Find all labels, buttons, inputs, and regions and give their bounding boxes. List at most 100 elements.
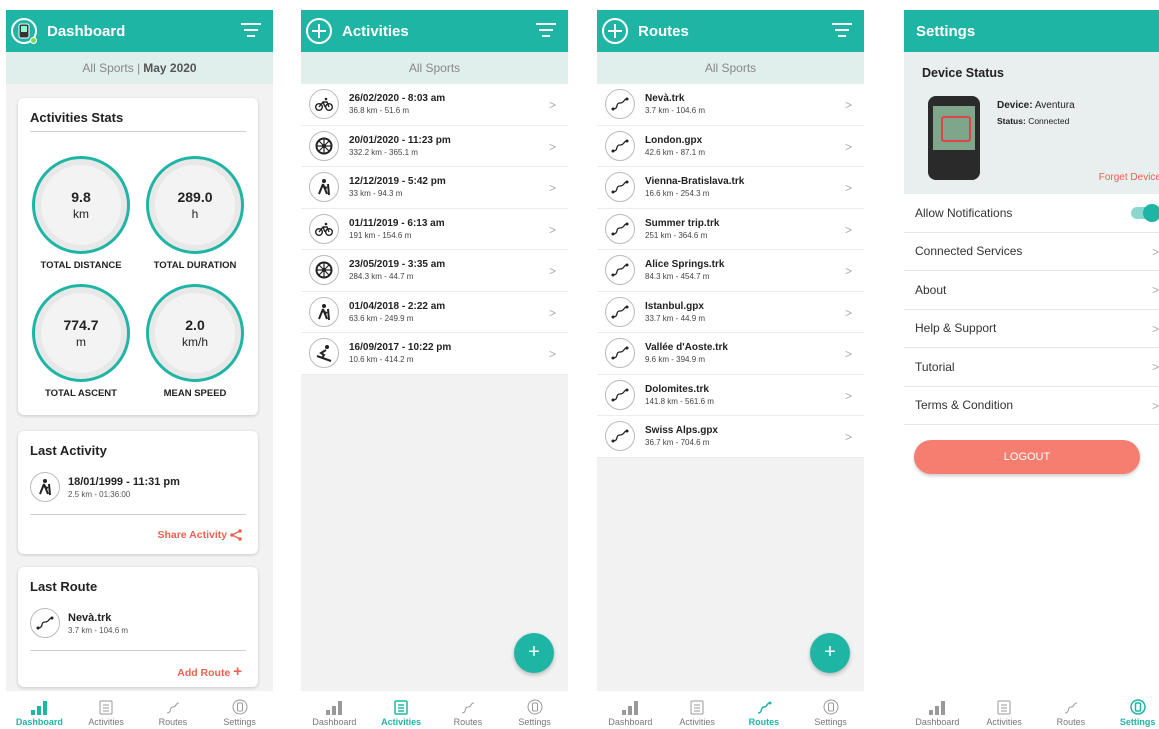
nav-settings[interactable]: Settings — [801, 699, 861, 727]
nav-activities[interactable]: Activities — [371, 699, 431, 727]
activity-title: 01/11/2019 - 6:13 am — [349, 217, 445, 229]
top-bar: Dashboard — [6, 10, 273, 52]
chevron-right-icon: > — [548, 264, 556, 278]
nav-routes[interactable]: Routes — [438, 701, 498, 727]
filter-icon[interactable] — [832, 23, 852, 39]
chevron-right-icon: > — [844, 222, 852, 237]
stat-value: 289.0 — [177, 189, 213, 205]
route-title: Alice Springs.trk — [645, 259, 725, 271]
nav-label: Activities — [88, 717, 124, 727]
route-row[interactable]: London.gpx 42.6 km - 87.1 m > — [597, 126, 864, 167]
device-avatar-icon[interactable] — [11, 18, 37, 44]
top-bar: Settings — [904, 10, 1159, 52]
add-route-button[interactable]: Add Route + — [177, 663, 242, 680]
add-button[interactable]: + — [514, 633, 554, 673]
nav-settings[interactable]: Settings — [505, 699, 565, 727]
route-title: Vienna-Bratislava.trk — [645, 176, 745, 188]
nav-dashboard[interactable]: Dashboard — [600, 701, 660, 727]
stat-label: MEAN SPEED — [163, 388, 227, 399]
about-row[interactable]: About > — [904, 271, 1159, 310]
allow-notifications-row: Allow Notifications — [904, 194, 1159, 233]
activity-title: 01/04/2018 - 2:22 am — [349, 300, 446, 312]
forget-device-link[interactable]: Forget Device — [1099, 172, 1159, 183]
activity-title: 12/12/2019 - 5:42 pm — [349, 176, 446, 188]
activity-row[interactable]: 12/12/2019 - 5:42 pm 33 km - 94.3 m > — [301, 167, 568, 209]
connected-services-row[interactable]: Connected Services > — [904, 233, 1159, 271]
chevron-right-icon: > — [548, 181, 556, 195]
activity-row[interactable]: 26/02/2020 - 8:03 am 36.8 km - 51.6 m > — [301, 84, 568, 126]
device-icon — [232, 699, 248, 715]
activity-row[interactable]: 20/01/2020 - 11:23 pm 332.2 km - 365.1 m > — [301, 126, 568, 167]
route-details: 33.7 km - 44.9 m — [645, 313, 706, 323]
nav-routes[interactable]: Routes — [734, 701, 794, 727]
route-title: Nevà.trk — [645, 93, 685, 105]
help-support-row[interactable]: Help & Support > — [904, 310, 1159, 348]
last-route-item[interactable]: Nevà.trk 3.7 km - 104.6 m — [30, 608, 258, 638]
route-row[interactable]: Nevà.trk 3.7 km - 104.6 m > — [597, 84, 864, 126]
route-icon — [461, 702, 474, 714]
nav-label: Settings — [1119, 717, 1156, 727]
route-row[interactable]: Istanbul.gpx 33.7 km - 44.9 m > — [597, 292, 864, 333]
nav-routes[interactable]: Routes — [143, 701, 203, 727]
tutorial-row[interactable]: Tutorial > — [904, 348, 1159, 387]
stat-unit: h — [191, 207, 199, 221]
activity-details: 36.8 km - 51.6 m — [349, 106, 410, 116]
chevron-right-icon: > — [548, 98, 556, 112]
route-row[interactable]: Dolomites.trk 141.8 km - 561.6 m > — [597, 375, 864, 416]
hiker-icon — [30, 472, 60, 502]
logout-button[interactable]: LOGOUT — [914, 440, 1140, 474]
filter-icon[interactable] — [536, 23, 556, 39]
activity-row[interactable]: 16/09/2017 - 10:22 pm 10.6 km - 414.2 m > — [301, 333, 568, 375]
route-row[interactable]: Summer trip.trk 251 km - 364.6 m > — [597, 209, 864, 250]
last-activity-item[interactable]: 18/01/1999 - 11:31 pm 2.5 km - 01:36:00 — [30, 472, 258, 502]
add-route-icon[interactable] — [602, 18, 628, 44]
chevron-right-icon: > — [844, 98, 852, 112]
stat-unit: m — [76, 335, 86, 349]
nav-settings[interactable]: Settings — [1108, 699, 1159, 727]
nav-dashboard[interactable]: Dashboard — [907, 701, 967, 727]
last-route-card[interactable]: Last Route Nevà.trk 3.7 km - 104.6 m Add … — [18, 567, 258, 687]
nav-activities[interactable]: Activities — [76, 699, 136, 727]
activity-row[interactable]: 23/05/2019 - 3:35 am 284.3 km - 44.7 m > — [301, 250, 568, 292]
card-title: Last Route — [30, 579, 98, 594]
row-label: Connected Services — [915, 244, 1023, 259]
nav-label: Activities — [381, 717, 422, 727]
bottom-nav: Dashboard Activities Routes Settings — [904, 691, 1159, 729]
share-icon — [230, 529, 242, 542]
sport-filter[interactable]: All Sports — [301, 52, 568, 84]
hiker-icon — [309, 172, 339, 203]
route-icon — [30, 608, 60, 638]
route-icon — [605, 338, 635, 369]
add-activity-icon[interactable] — [306, 18, 332, 44]
nav-activities[interactable]: Activities — [974, 699, 1034, 727]
route-row[interactable]: Alice Springs.trk 84.3 km - 454.7 m > — [597, 250, 864, 292]
last-activity-card[interactable]: Last Activity 18/01/1999 - 11:31 pm 2.5 k… — [18, 431, 258, 554]
filter-summary[interactable]: All Sports | May 2020 — [6, 52, 273, 84]
filter-icon[interactable] — [241, 23, 261, 39]
nav-activities[interactable]: Activities — [667, 699, 727, 727]
route-icon — [1064, 702, 1077, 714]
notifications-toggle[interactable] — [1131, 204, 1159, 222]
add-button[interactable]: + — [810, 633, 850, 673]
share-activity-button[interactable]: Share Activity — [157, 529, 242, 542]
device-image — [928, 96, 980, 180]
route-row[interactable]: Vallée d'Aoste.trk 9.6 km - 394.9 m > — [597, 333, 864, 375]
sport-filter[interactable]: All Sports — [597, 52, 864, 84]
route-row[interactable]: Vienna-Bratislava.trk 16.6 km - 254.3 m > — [597, 167, 864, 209]
top-bar: Routes — [597, 10, 864, 52]
nav-settings[interactable]: Settings — [210, 699, 270, 727]
nav-dashboard[interactable]: Dashboard — [9, 701, 69, 727]
chevron-right-icon: > — [844, 347, 852, 361]
nav-label: Settings — [518, 717, 551, 727]
activity-row[interactable]: 01/04/2018 - 2:22 am 63.6 km - 249.9 m > — [301, 292, 568, 333]
stat-ring: 289.0 h — [146, 156, 244, 254]
route-row[interactable]: Swiss Alps.gpx 36.7 km - 704.6 m > — [597, 416, 864, 458]
stat-total-ascent: 774.7 m TOTAL ASCENT — [32, 284, 130, 399]
stat-label: TOTAL DURATION — [153, 260, 237, 271]
route-details: 141.8 km - 561.6 m — [645, 396, 714, 406]
terms-row[interactable]: Terms & Condition > — [904, 387, 1159, 425]
nav-dashboard[interactable]: Dashboard — [304, 701, 364, 727]
nav-routes[interactable]: Routes — [1041, 701, 1101, 727]
activity-row[interactable]: 01/11/2019 - 6:13 am 191 km - 154.6 m > — [301, 209, 568, 250]
card-title: Last Activity — [30, 443, 107, 458]
